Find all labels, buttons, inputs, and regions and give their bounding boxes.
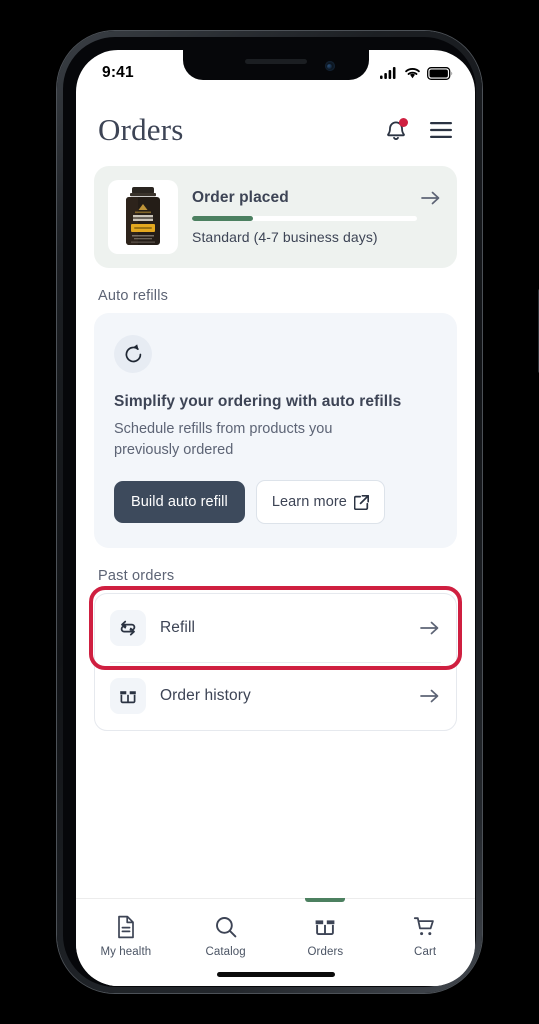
phone-frame: 9:41 Orders Order placed Standard (4-7 b… [57, 31, 539, 993]
promo-title: Simplify your ordering with auto refills [114, 393, 402, 410]
order-history-icon-wrapper [110, 678, 146, 715]
menu-button[interactable] [429, 121, 453, 139]
past-orders-list: Refill Order history [94, 593, 457, 732]
status-indicators [380, 66, 453, 80]
tab-label-cart: Cart [414, 946, 437, 958]
external-link-icon [353, 494, 369, 510]
order-status-card[interactable]: Order placed Standard (4-7 business days… [94, 166, 457, 268]
bottom-tab-bar: My health Catalog Orders Cart [76, 898, 475, 986]
tab-label-my-health: My health [100, 946, 152, 958]
tab-catalog[interactable]: Catalog [176, 899, 276, 958]
order-status-title: Order placed [192, 189, 289, 206]
search-icon [215, 917, 236, 938]
phone-screen: 9:41 Orders Order placed Standard (4-7 b… [76, 50, 475, 986]
past-orders-section-label: Past orders [98, 568, 175, 585]
open-box-icon [120, 691, 136, 704]
refill-cycle-icon [120, 620, 136, 636]
notifications-button[interactable] [385, 117, 408, 142]
learn-more-label: Learn more [271, 494, 347, 511]
wifi-icon [405, 68, 420, 79]
box-icon [315, 920, 335, 936]
tab-label-catalog: Catalog [205, 946, 246, 958]
status-time: 9:41 [102, 64, 134, 81]
cellular-signal-icon [380, 67, 396, 79]
promo-actions: Build auto refill Learn more [114, 480, 437, 525]
status-bar: 9:41 [76, 50, 475, 94]
phone-bezel: 9:41 Orders Order placed Standard (4-7 b… [63, 37, 476, 987]
order-card-arrow-button[interactable] [421, 190, 441, 211]
home-indicator[interactable] [216, 972, 335, 977]
build-auto-refill-button[interactable]: Build auto refill [114, 481, 245, 524]
order-progress-fill [192, 216, 253, 221]
arrow-right-icon[interactable] [420, 688, 440, 704]
document-icon [118, 915, 134, 939]
hamburger-menu-icon [430, 122, 452, 138]
refresh-icon-wrapper [114, 335, 152, 373]
learn-more-button[interactable]: Learn more [255, 480, 385, 525]
arrow-right-icon[interactable] [420, 620, 440, 636]
order-history-row-label: Order history [160, 687, 251, 705]
tab-cart[interactable]: Cart [375, 899, 475, 958]
past-orders-row-order-history[interactable]: Order history [95, 662, 456, 730]
tab-my-health[interactable]: My health [76, 899, 176, 958]
refill-row-label: Refill [160, 619, 196, 637]
tab-label-orders: Orders [307, 946, 344, 958]
shopping-cart-icon [414, 917, 434, 936]
order-shipping-method: Standard (4-7 business days) [192, 229, 378, 245]
order-progress-bar [192, 216, 417, 221]
auto-refills-section-label: Auto refills [98, 288, 169, 304]
tab-orders[interactable]: Orders [276, 898, 376, 958]
screenshot-stage: 9:41 Orders Order placed Standard (4-7 b… [0, 0, 539, 1024]
app-header: Orders [76, 94, 475, 162]
past-orders-row-refill[interactable]: Refill [95, 594, 456, 662]
battery-full-icon [427, 66, 453, 80]
arrow-right-icon [421, 191, 440, 205]
product-thumbnail [108, 180, 178, 254]
active-tab-indicator [305, 898, 346, 902]
refresh-circular-icon [125, 343, 141, 362]
notification-badge [399, 117, 408, 127]
page-content: Orders Order placed Standard (4-7 busine… [76, 94, 475, 986]
supplement-bottle-image [126, 187, 160, 245]
header-actions [385, 117, 453, 142]
promo-description: Schedule refills from products you previ… [114, 421, 333, 458]
auto-refill-promo-card: Simplify your ordering with auto refills… [94, 313, 457, 549]
page-title: Orders [98, 112, 184, 147]
order-card-body: Order placed Standard (4-7 business days… [192, 189, 443, 245]
refill-icon-wrapper [110, 610, 146, 647]
